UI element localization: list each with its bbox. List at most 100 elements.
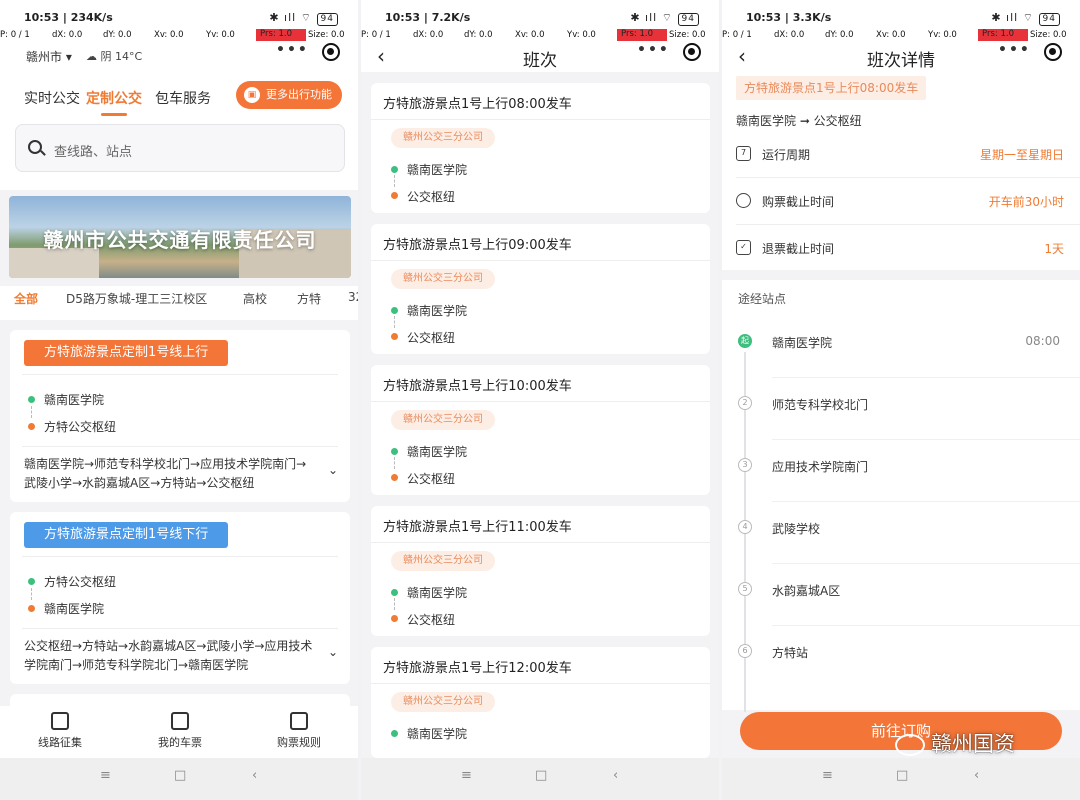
status-bar: 10:53 | 3.3K/s ✱ ıll ⌔ 94 xyxy=(722,0,1080,28)
route-path: 公交枢纽→方特站→水韵嘉城A区→武陵小学→应用技术学院南门→师范专科学院北门→赣… xyxy=(24,639,313,672)
search-placeholder: 查线路、站点 xyxy=(54,145,133,160)
info-value: 1天 xyxy=(1044,242,1064,256)
company-badge: 赣州公交三分公司 xyxy=(391,128,495,148)
menu-icon[interactable]: ≡ xyxy=(822,768,833,783)
end-dot xyxy=(391,615,398,622)
debug-p: P: 0 / 1 xyxy=(0,30,30,40)
stop-item: 3 应用技术学院南门 xyxy=(722,440,1080,502)
rules-icon xyxy=(290,712,308,730)
trip-card[interactable]: 方特旅游景点1号上行10:00发车 赣州公交三分公司 赣南医学院 公交枢纽 xyxy=(371,365,710,495)
home-icon[interactable]: □ xyxy=(896,768,908,783)
battery-icon: 94 xyxy=(316,13,338,26)
status-bar: 10:53 | 234K/s ✱ ıll ⌔ 94 xyxy=(0,0,358,28)
home-icon[interactable]: □ xyxy=(174,768,186,783)
qrcode-icon xyxy=(171,712,189,730)
miniapp-capsule: ••• xyxy=(268,42,346,64)
stop-item: 2 师范专科学校北门 xyxy=(722,378,1080,440)
dash-line xyxy=(394,175,395,187)
back-icon[interactable]: ‹ xyxy=(252,768,257,783)
close-target-icon[interactable] xyxy=(1044,43,1062,61)
category-all[interactable]: 全部 xyxy=(14,290,38,307)
back-icon[interactable]: ‹ xyxy=(613,768,618,783)
menu-icon[interactable]: ≡ xyxy=(461,768,472,783)
calendar-check-icon: ✓ xyxy=(736,240,751,255)
nav-my-tickets[interactable]: 我的车票 xyxy=(145,712,215,750)
close-target-icon[interactable] xyxy=(322,43,340,61)
category-d5[interactable]: D5路万象城-理工三江校区 xyxy=(66,290,207,307)
end-stop: 公交枢纽 xyxy=(407,190,456,204)
end-stop: 方特公交枢纽 xyxy=(44,420,117,434)
chevron-down-icon[interactable]: ⌄ xyxy=(328,463,338,477)
debug-dx: dX: 0.0 xyxy=(52,30,83,40)
trip-card[interactable]: 方特旅游景点1号上行09:00发车 赣州公交三分公司 赣南医学院 公交枢纽 xyxy=(371,224,710,354)
dash-line xyxy=(394,598,395,610)
start-dot xyxy=(391,589,398,596)
debug-size: Size: 0.0 xyxy=(669,30,706,40)
divider xyxy=(22,446,338,447)
debug-dx: dX: 0.0 xyxy=(774,30,805,40)
home-icon[interactable]: □ xyxy=(535,768,547,783)
end-stop: 公交枢纽 xyxy=(407,331,456,345)
start-stop: 赣南医学院 xyxy=(407,727,468,741)
divider xyxy=(22,374,338,375)
info-value: 星期一至星期日 xyxy=(979,148,1064,162)
trip-card[interactable]: 方特旅游景点1号上行11:00发车 赣州公交三分公司 赣南医学院 公交枢纽 xyxy=(371,506,710,636)
stopwatch-icon xyxy=(736,193,751,208)
more-dots-icon[interactable]: ••• xyxy=(998,42,1031,58)
route-tag: 方特旅游景点定制1号线上行 xyxy=(24,340,229,366)
close-target-icon[interactable] xyxy=(683,43,701,61)
status-icons: ✱ ıll ⌔ 94 xyxy=(269,11,338,26)
start-stop: 赣南医学院 xyxy=(407,304,468,318)
stop-item: 6 方特站 xyxy=(722,626,1080,688)
city-selector[interactable]: 赣州市 ▾ xyxy=(26,48,72,65)
company-badge: 赣州公交三分公司 xyxy=(391,551,495,571)
chevron-down-icon[interactable]: ⌄ xyxy=(328,645,338,659)
more-travel-button[interactable]: ▣ 更多出行功能 xyxy=(236,81,342,109)
stop-name: 方特站 xyxy=(772,646,809,660)
trip-title: 方特旅游景点1号上行12:00发车 xyxy=(383,661,572,676)
category-fangte[interactable]: 方特 xyxy=(297,290,321,307)
stop-item: 起 赣南医学院 08:00 xyxy=(722,316,1080,378)
menu-icon[interactable]: ≡ xyxy=(100,768,111,783)
end-stop: 赣南医学院 xyxy=(44,602,105,616)
debug-bar: P: 0 / 1 dX: 0.0 dY: 0.0 Xv: 0.0 Yv: 0.0… xyxy=(0,28,358,42)
debug-size: Size: 0.0 xyxy=(308,30,345,40)
debug-size: Size: 0.0 xyxy=(1030,30,1067,40)
category-32[interactable]: 32 xyxy=(348,290,358,304)
trip-card[interactable]: 方特旅游景点1号上行12:00发车 赣州公交三分公司 赣南医学院 xyxy=(371,647,710,758)
status-icons: ✱ ıll ⌔ 94 xyxy=(991,11,1060,26)
more-dots-icon[interactable]: ••• xyxy=(637,42,670,58)
search-input[interactable]: 查线路、站点 xyxy=(15,124,345,172)
divider xyxy=(371,119,710,120)
tab-charter[interactable]: 包车服务 xyxy=(155,88,211,108)
nav-route-collect[interactable]: 线路征集 xyxy=(25,712,95,750)
system-nav-bar: ≡ □ ‹ xyxy=(722,758,1080,800)
back-icon[interactable]: ‹ xyxy=(974,768,979,783)
start-stop: 赣南医学院 xyxy=(407,163,468,177)
more-dots-icon[interactable]: ••• xyxy=(276,42,309,58)
tab-custom-bus[interactable]: 定制公交 xyxy=(86,88,142,108)
status-time: 10:53 | 7.2K/s xyxy=(385,11,471,24)
debug-prs: Prs: 1.0 xyxy=(256,29,306,41)
end-dot xyxy=(391,192,398,199)
dash-line xyxy=(394,457,395,469)
stop-item: 4 武陵学校 xyxy=(722,502,1080,564)
info-row-schedule: 7 运行周期 星期一至星期日 xyxy=(722,132,1080,178)
route-path: 赣南医学院→师范专科学校北门→应用技术学院南门→武陵小学→水韵嘉城A区→方特站→… xyxy=(24,457,307,490)
nav-ticket-rules[interactable]: 购票规则 xyxy=(264,712,334,750)
company-banner[interactable]: 赣州市公共交通有限责任公司 xyxy=(9,196,351,278)
status-time: 10:53 | 234K/s xyxy=(24,11,113,24)
battery-icon: 94 xyxy=(677,13,699,26)
dash-line xyxy=(31,406,32,418)
start-dot xyxy=(391,307,398,314)
stop-number: 5 xyxy=(738,582,752,596)
trip-card[interactable]: 方特旅游景点1号上行08:00发车 赣州公交三分公司 赣南医学院 公交枢纽 xyxy=(371,83,710,213)
route-card-down[interactable]: 方特旅游景点定制1号线下行 方特公交枢纽 赣南医学院 公交枢纽→方特站→水韵嘉城… xyxy=(10,512,350,684)
start-stop: 赣南医学院 xyxy=(407,445,468,459)
category-college[interactable]: 高校 xyxy=(243,290,267,307)
dash-line xyxy=(31,588,32,600)
route-card-up[interactable]: 方特旅游景点定制1号线上行 赣南医学院 方特公交枢纽 赣南医学院→师范专科学校北… xyxy=(10,330,350,502)
trip-info-section: 方特旅游景点1号上行08:00发车 赣南医学院 ➞ 公交枢纽 7 运行周期 星期… xyxy=(722,72,1080,270)
tab-realtime-bus[interactable]: 实时公交 xyxy=(24,88,80,108)
nav-label: 购票规则 xyxy=(277,736,321,749)
